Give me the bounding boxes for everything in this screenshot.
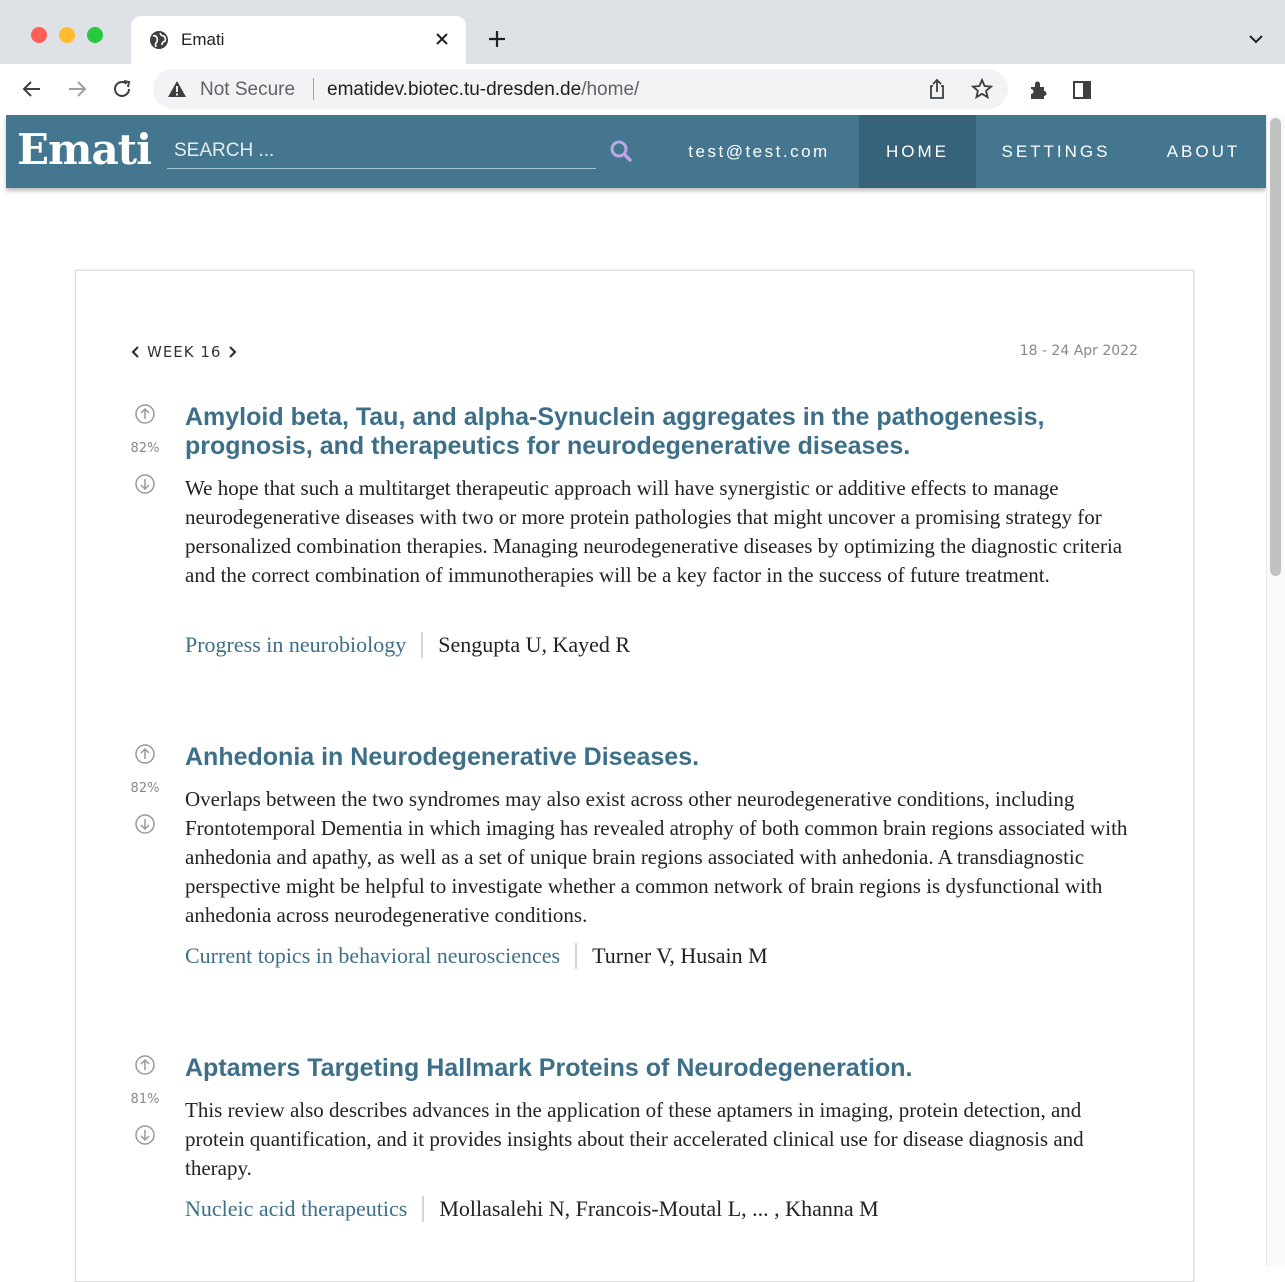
arrow-up-circle-icon[interactable] bbox=[134, 743, 156, 765]
bookmark-star-icon[interactable] bbox=[971, 78, 993, 100]
relevance-score: 81% bbox=[130, 1092, 160, 1107]
arrow-down-circle-icon[interactable] bbox=[134, 1124, 156, 1146]
arrow-down-circle-icon[interactable] bbox=[134, 813, 156, 835]
globe-icon bbox=[150, 31, 168, 49]
article-authors: Sengupta U, Kayed R bbox=[438, 632, 631, 657]
article-abstract: This review also describes advances in t… bbox=[185, 1098, 1084, 1180]
article-journal[interactable]: Nucleic acid therapeutics bbox=[185, 1196, 407, 1222]
chevron-down-icon[interactable] bbox=[1247, 30, 1265, 48]
nav-settings[interactable]: SETTINGS bbox=[981, 115, 1131, 188]
article-abstract: Overlaps between the two syndromes may a… bbox=[185, 787, 1128, 927]
article-authors: Mollasalehi N, Francois-Moutal L, ... , … bbox=[439, 1196, 879, 1221]
article-authors: Turner V, Husain M bbox=[592, 943, 768, 968]
article-title[interactable]: Anhedonia in Neurodegenerative Diseases. bbox=[185, 743, 1105, 772]
chevron-left-icon[interactable] bbox=[131, 346, 141, 358]
article-abstract: We hope that such a multitarget therapeu… bbox=[185, 476, 1123, 587]
article-title[interactable]: Amyloid beta, Tau, and alpha-Synuclein a… bbox=[185, 403, 1105, 461]
article-title[interactable]: Aptamers Targeting Hallmark Proteins of … bbox=[185, 1054, 1105, 1083]
warning-icon[interactable] bbox=[167, 79, 187, 99]
week-navigator: WEEK 16 bbox=[131, 343, 238, 361]
browser-tab[interactable]: Emati bbox=[131, 16, 466, 64]
article-meta: Current topics in behavioral neuroscienc… bbox=[185, 943, 768, 969]
url-text[interactable]: ematidev.biotec.tu-dresden.de/home/ bbox=[327, 79, 639, 101]
reload-icon[interactable] bbox=[110, 77, 134, 101]
extensions-puzzle-icon[interactable] bbox=[1027, 79, 1049, 101]
side-panel-icon[interactable] bbox=[1071, 79, 1093, 101]
window-minimize-button[interactable] bbox=[59, 27, 75, 43]
address-separator bbox=[313, 78, 314, 100]
meta-divider bbox=[575, 943, 578, 969]
article-journal[interactable]: Progress in neurobiology bbox=[185, 632, 406, 658]
search-icon[interactable] bbox=[609, 139, 633, 163]
article-meta: Progress in neurobiology Sengupta U, Kay… bbox=[185, 632, 630, 658]
search-input[interactable] bbox=[167, 133, 596, 169]
url-path: /home/ bbox=[581, 79, 640, 100]
article-meta: Nucleic acid therapeutics Mollasalehi N,… bbox=[185, 1196, 879, 1222]
new-tab-icon[interactable] bbox=[486, 28, 508, 50]
arrow-up-circle-icon[interactable] bbox=[134, 1054, 156, 1076]
window-maximize-button[interactable] bbox=[87, 27, 103, 43]
app-header: Emati test@test.com HOME SETTINGS ABOUT bbox=[6, 115, 1266, 188]
forward-arrow-icon[interactable] bbox=[65, 77, 89, 101]
browser-toolbar: Not Secure ematidev.biotec.tu-dresden.de… bbox=[0, 64, 1285, 114]
browser-tab-bar: Emati bbox=[0, 0, 1285, 64]
user-email[interactable]: test@test.com bbox=[666, 115, 852, 188]
address-bar[interactable]: Not Secure ematidev.biotec.tu-dresden.de… bbox=[153, 69, 1008, 109]
tab-title: Emati bbox=[181, 30, 225, 49]
url-host: ematidev.biotec.tu-dresden.de bbox=[327, 79, 582, 100]
chevron-right-icon[interactable] bbox=[227, 346, 238, 358]
relevance-score: 82% bbox=[130, 781, 160, 796]
nav-about[interactable]: ABOUT bbox=[1141, 115, 1266, 188]
share-icon[interactable] bbox=[926, 78, 948, 100]
scrollbar-thumb[interactable] bbox=[1270, 118, 1281, 576]
window-close-button[interactable] bbox=[31, 27, 47, 43]
nav-home[interactable]: HOME bbox=[859, 115, 976, 188]
weekly-digest-card: WEEK 16 18 - 24 Apr 2022 82% Amyloid bet… bbox=[75, 270, 1194, 1282]
relevance-score: 82% bbox=[130, 441, 160, 456]
close-icon[interactable] bbox=[432, 29, 452, 49]
emati-logo[interactable]: Emati bbox=[17, 125, 152, 174]
date-range: 18 - 24 Apr 2022 bbox=[1019, 343, 1138, 359]
article-journal[interactable]: Current topics in behavioral neuroscienc… bbox=[185, 943, 560, 969]
arrow-down-circle-icon[interactable] bbox=[134, 473, 156, 495]
arrow-up-circle-icon[interactable] bbox=[134, 403, 156, 425]
back-arrow-icon[interactable] bbox=[20, 77, 44, 101]
meta-divider bbox=[421, 632, 424, 658]
meta-divider bbox=[422, 1196, 425, 1222]
week-label: WEEK 16 bbox=[147, 343, 222, 361]
security-label[interactable]: Not Secure bbox=[200, 79, 295, 101]
